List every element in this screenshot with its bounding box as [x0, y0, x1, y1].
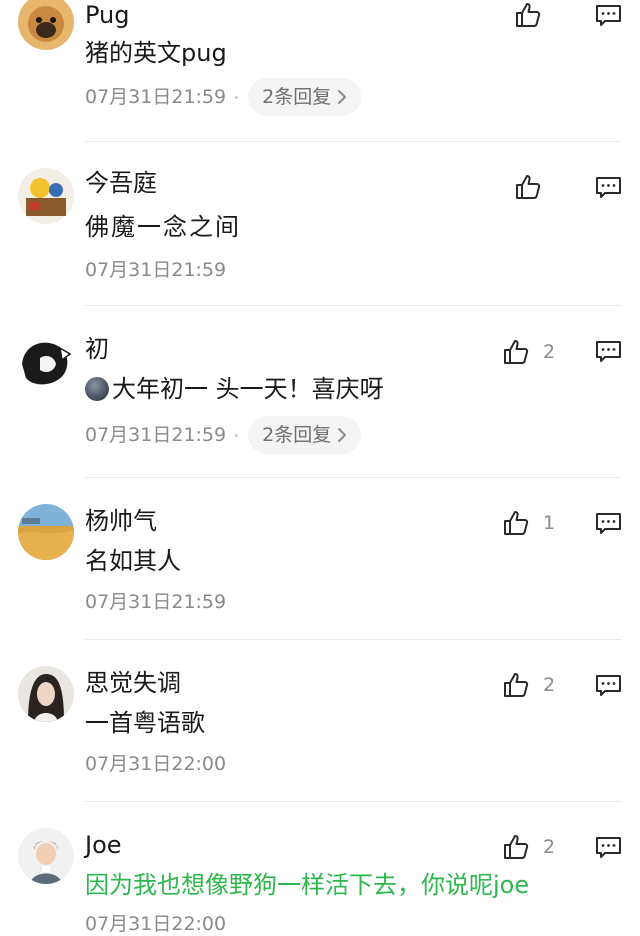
like-count: 1 [543, 512, 556, 534]
avatar-jinwuting[interactable] [18, 168, 74, 224]
like-count: 2 [543, 836, 556, 858]
comment-bubble-icon [596, 341, 621, 362]
comment-author[interactable]: 初 [85, 334, 109, 364]
like-button[interactable]: 2 [503, 834, 555, 860]
comment-time: 07月31日22:00 [85, 913, 227, 935]
avatar-sijueshitiao[interactable] [18, 666, 74, 722]
comment-meta: 07月31日21:59 2条回复 [85, 416, 362, 454]
comment-item: 杨帅气 名如其人 07月31日21:59 1 [0, 478, 640, 640]
comment-text-body: 大年初一 头一天！喜庆呀 [112, 375, 384, 403]
avatar-joe[interactable] [18, 828, 74, 884]
comment-item: 今吾庭 佛魔一念之间 07月31日21:59 [0, 142, 640, 306]
comment-author[interactable]: 思觉失调 [85, 668, 181, 698]
thumbs-up-icon [504, 511, 529, 535]
reply-button[interactable] [595, 176, 622, 200]
comment-time: 07月31日22:00 [85, 753, 227, 775]
thumbs-up-icon [504, 673, 529, 697]
replies-button[interactable]: 2条回复 [248, 78, 362, 116]
moon-emoji-icon [85, 377, 109, 401]
avatar-pug[interactable] [18, 0, 74, 50]
replies-label: 2条回复 [262, 424, 332, 446]
comment-text: 名如其人 [85, 547, 181, 575]
comment-text: 大年初一 头一天！喜庆呀 [85, 374, 384, 404]
like-button[interactable] [515, 2, 555, 28]
like-button[interactable] [515, 174, 555, 200]
comment-author[interactable]: 今吾庭 [85, 168, 157, 198]
comment-author[interactable]: 杨帅气 [85, 506, 157, 536]
separator-dot [235, 95, 239, 99]
comment-meta: 07月31日22:00 [85, 752, 226, 776]
reply-button[interactable] [595, 836, 622, 860]
reply-button[interactable] [595, 4, 622, 28]
separator-dot [235, 433, 239, 437]
comment-meta: 07月31日21:59 2条回复 [85, 78, 362, 116]
like-button[interactable]: 2 [503, 339, 555, 365]
comment-meta: 07月31日22:00 [85, 912, 226, 936]
reply-button[interactable] [595, 674, 622, 698]
comment-bubble-icon [596, 675, 621, 696]
thumbs-up-icon [516, 175, 541, 199]
reply-button[interactable] [595, 340, 622, 364]
replies-button[interactable]: 2条回复 [248, 416, 362, 454]
comment-meta: 07月31日21:59 [85, 258, 226, 282]
comment-time: 07月31日21:59 [85, 259, 227, 281]
thumbs-up-icon [516, 3, 541, 27]
comment-text: 因为我也想像野狗一样活下去，你说呢joe [85, 871, 530, 899]
thumbs-up-icon [504, 835, 529, 859]
like-count: 2 [543, 341, 556, 363]
replies-label: 2条回复 [262, 86, 332, 108]
like-button[interactable]: 1 [503, 510, 555, 536]
like-count: 2 [543, 674, 556, 696]
comment-text: 一首粤语歌 [85, 709, 205, 737]
chevron-right-icon [338, 428, 347, 442]
comment-item: 思觉失调 一首粤语歌 07月31日22:00 2 [0, 640, 640, 802]
comment-time: 07月31日21:59 [85, 591, 227, 613]
comment-time: 07月31日21:59 [85, 86, 227, 108]
avatar-chu[interactable] [18, 334, 74, 390]
comment-item: Joe 因为我也想像野狗一样活下去，你说呢joe 07月31日22:00 2 [0, 802, 640, 935]
comment-item: Pug 猪的英文pug 07月31日21:59 2条回复 [0, 0, 640, 142]
comment-bubble-icon [596, 513, 621, 534]
reply-button[interactable] [595, 512, 622, 536]
comment-author[interactable]: Pug [85, 0, 130, 30]
comment-bubble-icon [596, 837, 621, 858]
comment-meta: 07月31日21:59 [85, 590, 226, 614]
chevron-right-icon [338, 90, 347, 104]
comment-author[interactable]: Joe [85, 830, 122, 860]
comment-bubble-icon [596, 177, 621, 198]
thumbs-up-icon [504, 340, 529, 364]
comment-time: 07月31日21:59 [85, 424, 227, 446]
comment-text: 佛魔一念之间 [85, 213, 241, 241]
comment-item: 初 大年初一 头一天！喜庆呀 07月31日21:59 2条回复 2 [0, 306, 640, 478]
like-button[interactable]: 2 [503, 672, 555, 698]
avatar-yangshuaiqi[interactable] [18, 504, 74, 560]
comment-bubble-icon [596, 5, 621, 26]
comment-text: 猪的英文pug [85, 39, 227, 67]
